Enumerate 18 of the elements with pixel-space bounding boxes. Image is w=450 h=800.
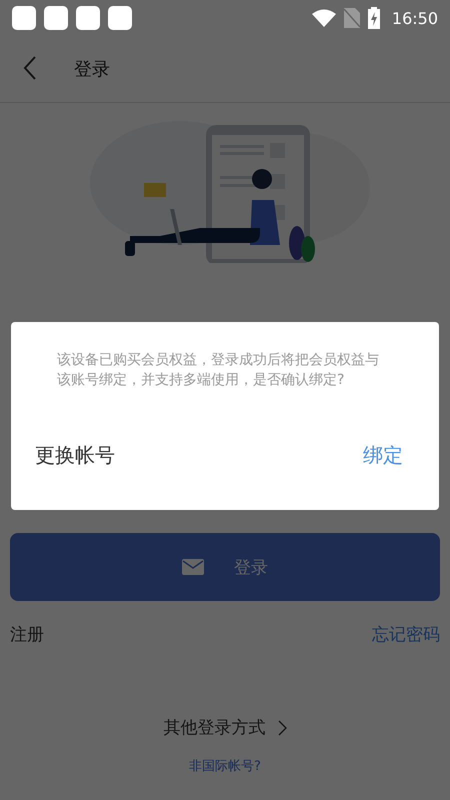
non-international-account-link[interactable]: 非国际帐号? <box>0 757 450 775</box>
forgot-password-link[interactable]: 忘记密码 <box>372 623 440 646</box>
wifi-icon <box>312 9 336 27</box>
notification-icon <box>12 6 36 30</box>
no-sim-icon <box>344 8 360 28</box>
battery-charging-icon <box>368 7 380 29</box>
notification-icon <box>76 6 100 30</box>
mail-icon <box>182 559 204 575</box>
other-login-link[interactable]: 其他登录方式 <box>164 716 286 739</box>
clock-time: 16:50 <box>392 8 438 28</box>
switch-account-button[interactable]: 更换帐号 <box>35 442 115 469</box>
bind-button[interactable]: 绑定 <box>363 442 403 469</box>
page-title: 登录 <box>74 58 110 81</box>
notification-icon <box>108 6 132 30</box>
register-link[interactable]: 注册 <box>10 623 44 646</box>
dialog-message: 该设备已购买会员权益，登录成功后将把会员权益与该账号绑定，并支持多端使用，是否确认绑定? <box>57 351 380 390</box>
chevron-right-icon <box>278 720 286 736</box>
notification-icon <box>44 6 68 30</box>
